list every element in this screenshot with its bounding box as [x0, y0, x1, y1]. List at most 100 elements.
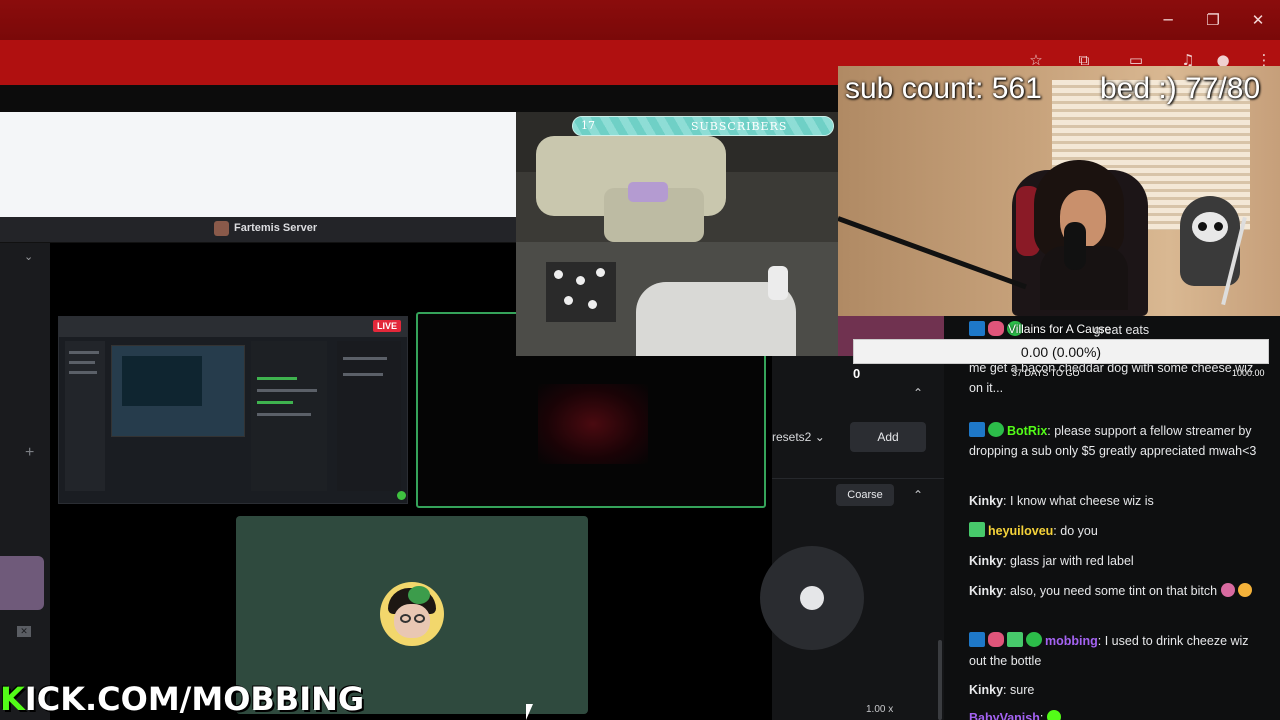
avatar [380, 582, 444, 646]
chat-username[interactable]: mobbing [1045, 634, 1098, 648]
sub-count-overlay: sub count: 561 [845, 72, 1042, 105]
chat-username[interactable]: Kinky [969, 494, 1003, 508]
live-badge: LIVE [372, 320, 401, 332]
chat-text: sure [1010, 683, 1035, 697]
scrollbar[interactable] [938, 640, 942, 720]
smile-emote-icon [1046, 710, 1061, 720]
screen-share-tile[interactable]: LIVE [58, 316, 408, 504]
kick-url-overlay: KICK.COM/MOBBING [0, 680, 364, 718]
donut-emote-icon [1220, 583, 1235, 597]
moderator-badge-icon [969, 422, 985, 437]
speed-value[interactable]: 1.00 x [866, 704, 893, 715]
nested-chat-line [257, 377, 297, 380]
laugh-emote-icon [1238, 583, 1253, 597]
server-icon [214, 221, 229, 236]
presets-label: resets2 [772, 430, 812, 444]
chat-username[interactable]: BotRix [1007, 424, 1047, 438]
moderator-badge-icon [969, 632, 985, 647]
add-icon[interactable]: + [25, 444, 34, 462]
avatar-hat [408, 586, 430, 604]
chat-text: glass jar with red label [1010, 554, 1134, 568]
chat-username[interactable]: heyuiloveu [988, 524, 1053, 538]
chat-text: I know what cheese wiz is [1010, 494, 1154, 508]
chat-text: me get a bacon cheddar dog with some che… [969, 361, 1254, 395]
pillow [628, 182, 668, 202]
chat-text: do you [1060, 524, 1098, 538]
sub-bar-number: 17 [581, 119, 595, 132]
goal-days: 37 DAYS TO GO [1012, 368, 1080, 378]
room-camera: 17 SUBSCRIBERS [516, 112, 838, 356]
reaper-eye [1214, 222, 1223, 231]
chevron-down-icon[interactable]: ⌄ [24, 250, 33, 263]
nested-line [343, 357, 387, 360]
chat-message: Kinky: glass jar with red label [969, 554, 1134, 568]
dot [588, 300, 597, 309]
presets-dropdown[interactable]: resets2 ⌄ [772, 422, 840, 452]
microphone [768, 266, 788, 300]
nested-line [69, 351, 99, 354]
microphone [1064, 222, 1086, 270]
divider [772, 478, 944, 479]
chat-panel[interactable]: great eats me get a bacon cheddar dog wi… [944, 316, 1280, 720]
bed-goal-overlay: bed :) 77/80 [1100, 72, 1261, 105]
dot [564, 296, 573, 305]
minimize-button[interactable]: ─ [1157, 10, 1179, 30]
nested-chat-line [257, 389, 317, 392]
joystick-knob[interactable] [800, 586, 824, 610]
tab-strip-shadow [0, 85, 840, 112]
chevron-up-icon[interactable]: ⌃ [913, 386, 923, 400]
nested-line [69, 361, 95, 364]
add-preset-button[interactable]: Add [850, 422, 926, 452]
nested-stream-content [122, 356, 202, 406]
reaper-mascot [1172, 196, 1248, 306]
nested-browser-bar [59, 317, 407, 337]
goal-target: 1000.00 [1232, 368, 1265, 378]
chat-message: me get a bacon cheddar dog with some che… [969, 358, 1269, 398]
lips-badge-icon [988, 632, 1004, 647]
chevron-up-icon[interactable]: ⌃ [913, 488, 923, 502]
close-button[interactable]: ✕ [1247, 10, 1269, 30]
goal-progress-bar: 0.00 (0.00%) [853, 339, 1269, 364]
chat-username[interactable]: BabyVanish [969, 711, 1040, 720]
mouse-cursor-icon [526, 704, 533, 720]
sub-bar-label: SUBSCRIBERS [691, 120, 788, 133]
nested-chat-line [257, 401, 293, 404]
nested-line [69, 371, 97, 374]
avatar-glasses [400, 614, 411, 623]
dot [554, 270, 563, 279]
verified-badge-icon [1026, 632, 1042, 647]
lips-badge-icon [988, 321, 1004, 336]
chat-message: BabyVanish: [969, 708, 1269, 720]
dot [576, 276, 585, 285]
goal-value: 0.00 (0.00%) [1020, 344, 1102, 360]
chat-username[interactable]: Kinky [969, 554, 1003, 568]
polka-dot-blanket [546, 262, 616, 322]
camera-control-panel [772, 356, 944, 720]
nested-line [343, 373, 383, 376]
nested-stream-view [111, 345, 245, 437]
subscriber-badge-icon [969, 522, 985, 537]
close-icon[interactable]: ✕ [17, 626, 31, 637]
active-channel-pill[interactable] [0, 556, 44, 610]
dim-camera-feed [538, 384, 648, 464]
goal-title: Villains for A Cause [1008, 322, 1112, 336]
chat-message: mobbing: I used to drink cheeze wiz out … [969, 632, 1249, 668]
screen: ─ ❐ ✕ ☆ ⧉ ▭ ♫ ● ⋮ Fartemis Server ⌄ + ✕ … [0, 0, 1280, 720]
verified-badge-icon [988, 422, 1004, 437]
channel-rail [0, 243, 50, 720]
kick-logo-letter: K [0, 680, 25, 718]
discord-header-panel [0, 112, 516, 217]
dot [596, 268, 605, 277]
subscriber-badge-icon [1007, 632, 1023, 647]
chat-username[interactable]: Kinky [969, 683, 1003, 697]
browser-titlebar [0, 0, 1280, 40]
coarse-button[interactable]: Coarse [836, 484, 894, 506]
chat-message: BotRix: please support a fellow streamer… [969, 422, 1257, 458]
restore-button[interactable]: ❐ [1202, 10, 1224, 30]
subscriber-progress-bar: 17 SUBSCRIBERS [572, 116, 834, 136]
chat-username[interactable]: Kinky [969, 584, 1003, 598]
reaper-eye [1198, 222, 1207, 231]
server-name[interactable]: Fartemis Server [234, 222, 317, 234]
pan-tilt-joystick[interactable] [760, 546, 864, 650]
kick-url: ICK.COM/MOBBING [24, 680, 365, 718]
